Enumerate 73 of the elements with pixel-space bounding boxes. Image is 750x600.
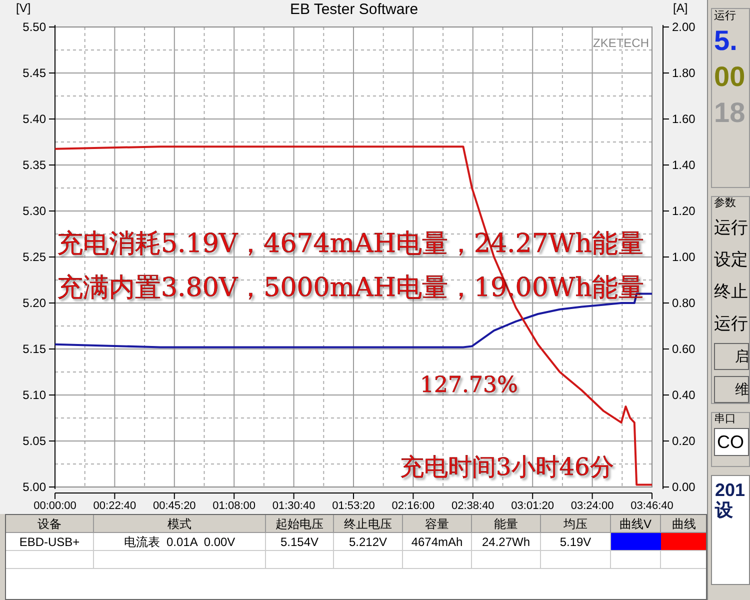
axis-label: 5.20 [22, 296, 46, 310]
group-title: 参数 [714, 197, 737, 209]
info-text: 201 [715, 480, 746, 500]
axis-label: 00:45:20 [152, 500, 196, 512]
empty-table-cell [334, 551, 403, 569]
empty-table-cell [266, 551, 334, 569]
axis-label: 00:00:00 [34, 500, 76, 512]
column-header: 终止电压 [334, 515, 403, 533]
table-cell: 5.154V [266, 533, 334, 551]
axis-label: 1.20 [672, 204, 696, 218]
column-header: 能量 [472, 515, 541, 533]
column-header: 设备 [6, 515, 94, 533]
column-header: 起始电压 [266, 515, 334, 533]
table-cell: 电流表 0.01A 0.00V [94, 533, 266, 551]
empty-table-cell [611, 551, 661, 569]
column-header: 模式 [94, 515, 266, 533]
axis-label: 5.50 [22, 20, 46, 34]
axis-label: 5.40 [22, 112, 46, 126]
param-label: 终止 [714, 281, 749, 303]
table-cell: EBD-USB+ [6, 533, 94, 551]
empty-table-cell [472, 551, 541, 569]
param-label: 运行 [714, 217, 749, 239]
axis-label: 03:24:00 [570, 500, 614, 512]
empty-table-cell [541, 551, 611, 569]
axis-label: 02:38:40 [451, 500, 494, 512]
empty-table-cell [403, 551, 472, 569]
axis-label: 01:08:00 [212, 500, 256, 512]
panel-button[interactable]: 启 [714, 343, 749, 370]
axis-label: 5.45 [22, 66, 46, 80]
axis-label: 1.40 [672, 158, 696, 172]
chart-title: EB Tester Software [290, 1, 418, 18]
axis-label: 5.30 [22, 204, 46, 218]
axis-label: 5.10 [22, 388, 46, 402]
axis-label: 1.80 [672, 66, 696, 80]
axis-label: 5.00 [22, 480, 46, 494]
axis-label: 02:16:00 [392, 500, 435, 512]
axis-label: 0.80 [672, 296, 696, 310]
param-label: 运行 [714, 313, 749, 335]
axis-label: 0.00 [672, 480, 696, 494]
axis-label: 03:01:20 [511, 500, 554, 512]
axis-label: 0.60 [672, 342, 696, 356]
table-cell: 24.27Wh [472, 533, 541, 551]
annotation-text: 127.73% [420, 373, 518, 398]
axis-label: 5.25 [22, 250, 46, 264]
axis-label: 01:53:20 [332, 500, 375, 512]
axis-label: 2.00 [672, 20, 696, 34]
axis-label: 00:22:40 [93, 500, 136, 512]
axis-label: 03:46:40 [630, 500, 674, 512]
axis-label: 0.20 [672, 434, 696, 448]
axis-label: 5.05 [22, 434, 46, 448]
axis-label: 5.35 [22, 158, 46, 172]
group-title: 运行 [714, 10, 737, 22]
watermark-label: ZKETECH [592, 36, 649, 50]
axis-label: 0.40 [672, 388, 696, 402]
annotation-text: 充电时间3小时46分 [400, 453, 614, 481]
axis-unit: [V] [16, 1, 31, 15]
panel-button[interactable]: 维 [714, 376, 749, 403]
axis-unit: [A] [673, 1, 688, 15]
axis-label: 1.60 [672, 112, 696, 126]
digit-reading: 00 [714, 60, 746, 94]
table-cell: 5.212V [334, 533, 403, 551]
column-header: 容量 [403, 515, 472, 533]
port-select[interactable]: CO [714, 428, 749, 456]
group-title: 串口 [714, 413, 737, 425]
table-cell: 4674mAh [403, 533, 472, 551]
digit-reading: 5. [714, 24, 738, 58]
digit-reading: 18 [714, 96, 746, 130]
column-header: 均压 [541, 515, 611, 533]
info-text: 设 [715, 500, 734, 520]
axis-label: 1.00 [672, 250, 696, 264]
axis-label: 01:30:40 [272, 500, 316, 512]
param-label: 设定 [714, 249, 749, 271]
axis-label: 5.15 [22, 342, 46, 356]
